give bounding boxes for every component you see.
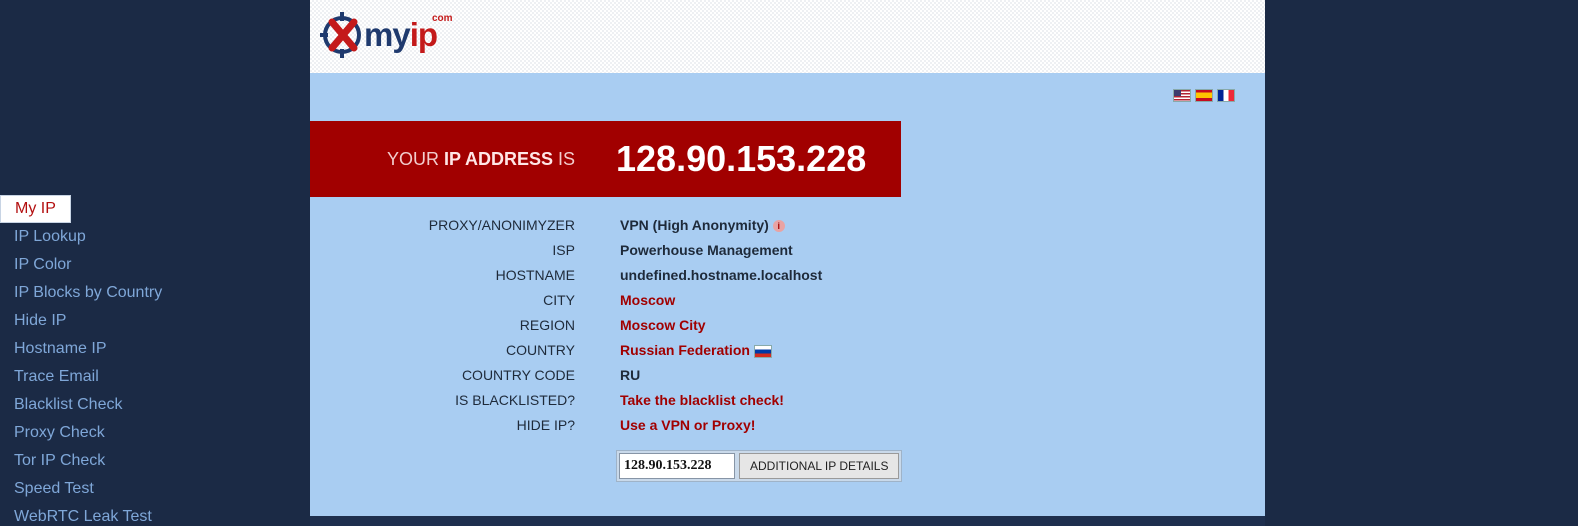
main-column: myip com YOUR IP ADDRESS IS 128.90.153.2… xyxy=(310,0,1265,526)
footer-strip xyxy=(310,516,1265,526)
detail-key: ISP xyxy=(552,242,575,258)
detail-row-country-code: COUNTRY CODE RU xyxy=(310,363,1010,388)
sidebar-item-webrtc-leak-test[interactable]: WebRTC Leak Test xyxy=(0,503,300,526)
ip-lookup-input[interactable] xyxy=(619,453,735,479)
language-switcher xyxy=(1173,89,1235,102)
ip-lookup-form: ADDITIONAL IP DETAILS xyxy=(616,450,903,482)
detail-value-country[interactable]: Russian Federation xyxy=(620,338,772,363)
detail-key: CITY xyxy=(543,292,575,308)
detail-row-hide-ip: HIDE IP? Use a VPN or Proxy! xyxy=(310,413,1010,438)
detail-key: COUNTRY xyxy=(506,342,575,358)
sidebar-item-ip-blocks-by-country[interactable]: IP Blocks by Country xyxy=(0,279,300,307)
logo-com: com xyxy=(432,13,453,24)
detail-value-isp: Powerhouse Management xyxy=(620,242,793,258)
sidebar-item-ip-lookup[interactable]: IP Lookup xyxy=(0,223,300,251)
info-icon[interactable]: i xyxy=(772,220,785,233)
detail-key: REGION xyxy=(519,317,575,333)
detail-row-city: CITY Moscow xyxy=(310,288,1010,313)
content-area: YOUR IP ADDRESS IS 128.90.153.228 PROXY/… xyxy=(310,73,1265,516)
sidebar-nav: My IP IP Lookup IP Color IP Blocks by Co… xyxy=(0,195,300,526)
us-flag-icon[interactable] xyxy=(1173,89,1191,102)
detail-row-isp: ISP Powerhouse Management xyxy=(310,238,1010,263)
ip-label-post: IS xyxy=(552,149,575,169)
ip-banner-label: YOUR IP ADDRESS IS xyxy=(387,121,575,197)
detail-key: IS BLACKLISTED? xyxy=(455,392,575,408)
ip-label-bold: IP ADDRESS xyxy=(443,149,553,169)
sidebar-item-trace-email[interactable]: Trace Email xyxy=(0,363,300,391)
detail-row-hostname: HOSTNAME undefined.hostname.localhost xyxy=(310,263,1010,288)
detail-row-blacklisted: IS BLACKLISTED? Take the blacklist check… xyxy=(310,388,1010,413)
detail-key: HIDE IP? xyxy=(516,417,575,433)
additional-ip-details-button[interactable]: ADDITIONAL IP DETAILS xyxy=(739,453,900,479)
ip-banner: YOUR IP ADDRESS IS 128.90.153.228 xyxy=(310,121,901,197)
sidebar-item-speed-test[interactable]: Speed Test xyxy=(0,475,300,503)
detail-row-country: COUNTRY Russian Federation xyxy=(310,338,1010,363)
sidebar-item-proxy-check[interactable]: Proxy Check xyxy=(0,419,300,447)
sidebar-item-hide-ip[interactable]: Hide IP xyxy=(0,307,300,335)
blacklist-check-link[interactable]: Take the blacklist check! xyxy=(620,388,784,413)
detail-row-proxy: PROXY/ANONIMYZER VPN (High Anonymity) i xyxy=(310,213,1010,238)
proxy-value-text: VPN (High Anonymity) xyxy=(620,217,769,233)
detail-key: HOSTNAME xyxy=(495,267,575,283)
sidebar-item-hostname-ip[interactable]: Hostname IP xyxy=(0,335,300,363)
detail-key: COUNTRY CODE xyxy=(461,367,575,383)
detail-value-city[interactable]: Moscow xyxy=(620,288,675,313)
vpn-proxy-link[interactable]: Use a VPN or Proxy! xyxy=(620,413,755,438)
es-flag-icon[interactable] xyxy=(1195,89,1213,102)
country-value-text: Russian Federation xyxy=(620,342,750,358)
sidebar-item-tor-ip-check[interactable]: Tor IP Check xyxy=(0,447,300,475)
fr-flag-icon[interactable] xyxy=(1217,89,1235,102)
site-logo[interactable]: myip com xyxy=(320,10,453,62)
sidebar-item-ip-color[interactable]: IP Color xyxy=(0,251,300,279)
detail-value-country-code: RU xyxy=(620,367,641,383)
detail-key: PROXY/ANONIMYZER xyxy=(428,217,575,233)
detail-value-hostname: undefined.hostname.localhost xyxy=(620,267,823,283)
logo-wordmark: myip xyxy=(364,16,438,54)
site-header: myip com xyxy=(310,0,1265,73)
detail-row-region: REGION Moscow City xyxy=(310,313,1010,338)
sidebar-item-blacklist-check[interactable]: Blacklist Check xyxy=(0,391,300,419)
ru-flag-icon xyxy=(753,344,772,358)
page: My IP IP Lookup IP Color IP Blocks by Co… xyxy=(0,0,1578,526)
ip-label-pre: YOUR xyxy=(386,149,444,169)
sidebar-item-my-ip-wrap: My IP xyxy=(0,195,300,223)
ip-details-table: PROXY/ANONIMYZER VPN (High Anonymity) i I… xyxy=(310,213,1010,438)
sidebar-item-my-ip[interactable]: My IP xyxy=(0,195,71,223)
detail-value-proxy: VPN (High Anonymity) i xyxy=(620,213,785,238)
logo-my: my xyxy=(364,16,411,53)
detail-value-region[interactable]: Moscow City xyxy=(620,313,706,338)
ip-address-value: 128.90.153.228 xyxy=(616,138,867,179)
